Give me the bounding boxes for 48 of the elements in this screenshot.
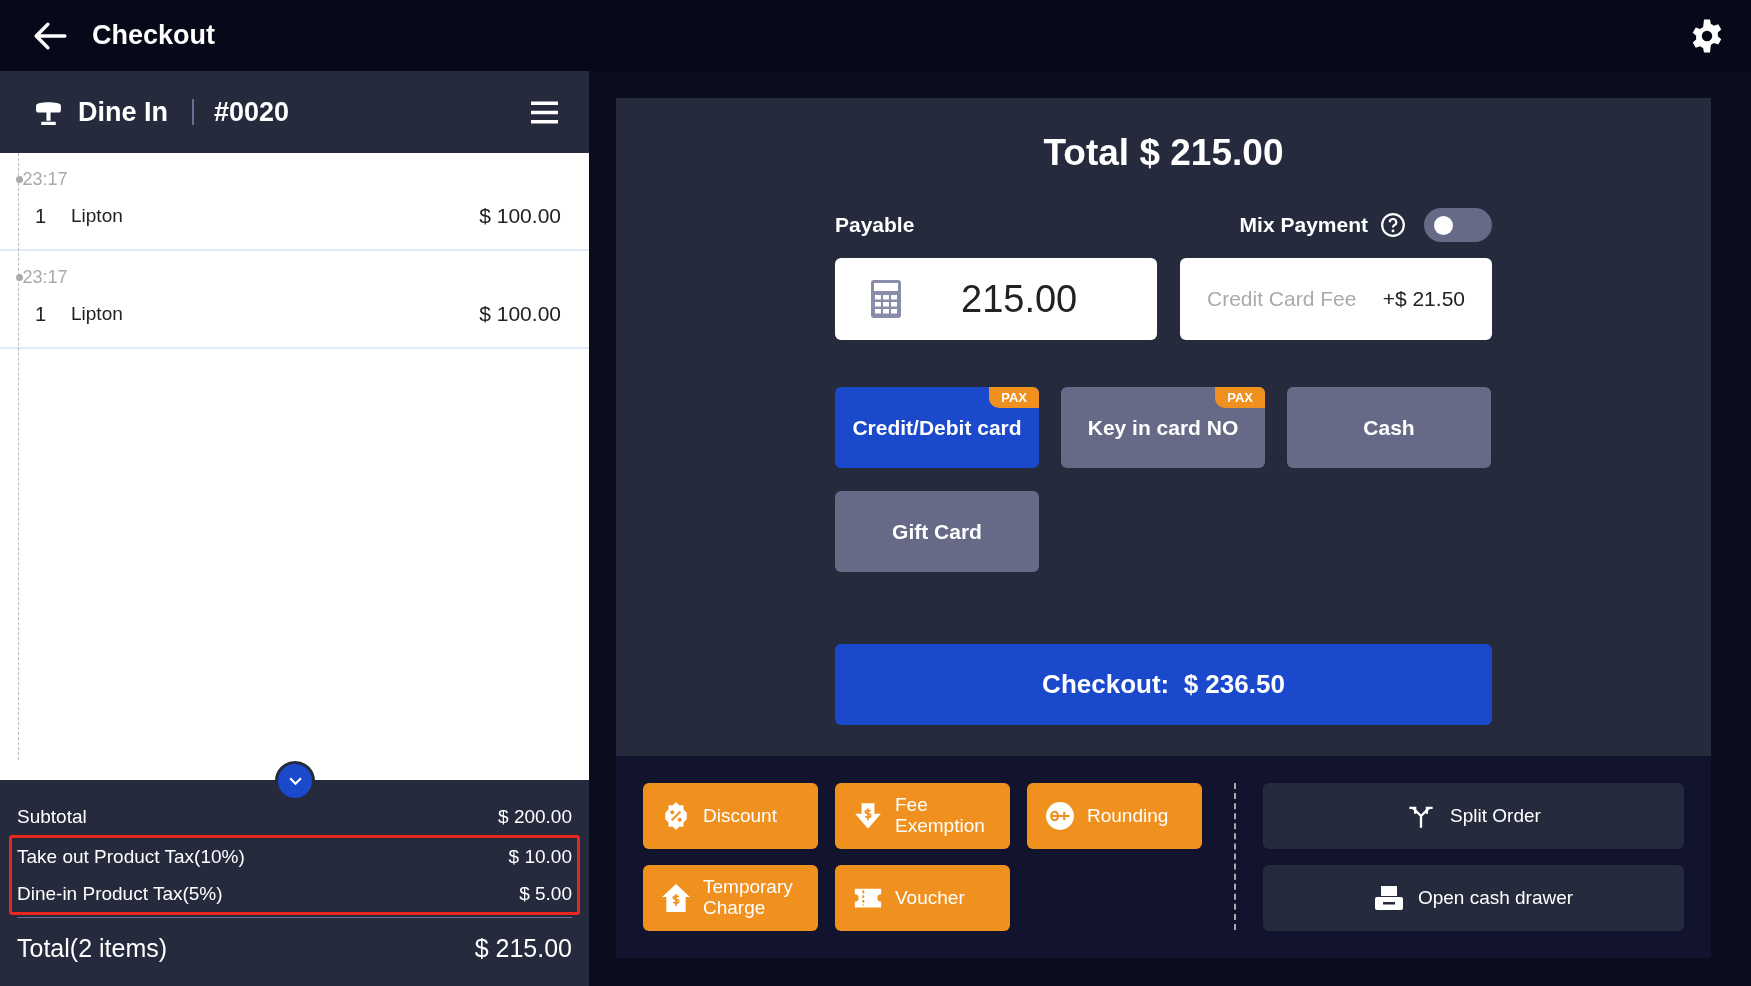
order-number: #0020: [214, 96, 291, 128]
summary-label: Dine-in Product Tax(5%): [17, 882, 223, 905]
payment-method-button[interactable]: PAX Key in card NO: [1061, 387, 1265, 468]
payable-field[interactable]: 215.00: [835, 258, 1157, 340]
order-item[interactable]: 1 Lipton $ 100.00: [19, 288, 589, 326]
summary-amount: $ 10.00: [508, 845, 572, 868]
fee-amount: +$ 21.50: [1382, 287, 1465, 311]
page-title: Checkout: [92, 20, 217, 51]
menu-icon[interactable]: [530, 99, 559, 125]
cash-drawer-icon: [1373, 884, 1404, 912]
summary-amount: $ 200.00: [498, 805, 572, 828]
checkout-button[interactable]: Checkout: $ 236.50: [835, 644, 1492, 725]
tool-button[interactable]: Split Order: [1263, 783, 1684, 849]
total-amount: $ 215.00: [474, 933, 572, 963]
summary-label: Subtotal: [17, 805, 87, 828]
back-arrow-icon[interactable]: [33, 20, 67, 51]
payment-total: Total $ 215.00: [1042, 132, 1285, 174]
order-type: Dine In: [78, 96, 168, 128]
house-dollar-icon: [661, 883, 691, 913]
payment-method-button[interactable]: PAX Credit/Debit card: [835, 387, 1039, 468]
item-name: Lipton: [71, 303, 124, 325]
payment-method-button[interactable]: Gift Card: [835, 491, 1039, 572]
terminal-badge: PAX: [989, 387, 1039, 408]
item-price: $ 100.00: [479, 204, 561, 228]
mix-payment-label: Mix Payment: [1239, 213, 1368, 237]
order-item[interactable]: 1 Lipton $ 100.00: [19, 190, 589, 228]
calculator-icon: [871, 280, 901, 318]
chevron-down-icon: [288, 776, 302, 786]
terminal-badge: PAX: [1215, 387, 1265, 408]
item-quantity: 1: [35, 204, 48, 228]
summary-amount: $ 5.00: [519, 882, 572, 905]
summary-label: Take out Product Tax(10%): [17, 845, 245, 868]
fee-label: Credit Card Fee: [1207, 287, 1357, 311]
down-arrow-dollar-icon: [853, 801, 883, 831]
order-time: 23:17: [22, 169, 68, 190]
item-quantity: 1: [35, 302, 48, 326]
tool-button[interactable]: Open cash drawer: [1263, 865, 1684, 931]
payable-label: Payable: [835, 213, 915, 237]
payment-method-button[interactable]: Cash: [1287, 387, 1491, 468]
item-price: $ 100.00: [479, 302, 561, 326]
mix-payment-toggle[interactable]: [1424, 208, 1492, 242]
total-label: Total(2 items): [17, 933, 168, 963]
rounding-icon: [1045, 801, 1075, 831]
timeline-dot: [15, 274, 23, 281]
timeline-dot: [15, 176, 23, 183]
item-name: Lipton: [71, 205, 124, 227]
order-time: 23:17: [22, 267, 68, 288]
help-icon[interactable]: [1380, 212, 1406, 238]
